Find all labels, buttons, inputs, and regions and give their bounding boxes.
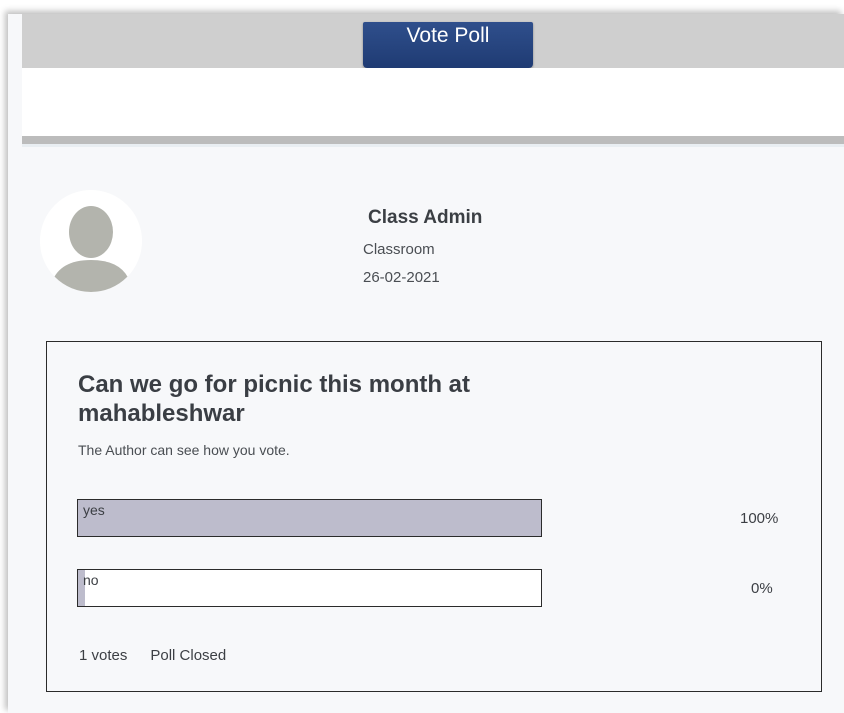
header-band: [22, 68, 844, 136]
poll-option-label: no: [83, 572, 99, 588]
vote-poll-button[interactable]: Vote Poll: [363, 22, 533, 68]
top-bar: Vote Poll: [22, 14, 844, 68]
author-group: Classroom: [363, 241, 435, 258]
poll-option-percent: 0%: [751, 580, 773, 597]
poll-question: Can we go for picnic this month at mahab…: [78, 371, 471, 427]
poll-footer: 1 votes Poll Closed: [79, 647, 226, 664]
poll-option-label: yes: [83, 502, 105, 518]
poll-option-percent: 100%: [740, 510, 779, 527]
poll-option-no[interactable]: no: [77, 569, 542, 607]
post-date: 26-02-2021: [363, 269, 440, 286]
divider-strip: [22, 136, 844, 144]
poll-option-yes[interactable]: yes: [77, 499, 542, 537]
default-user-avatar-icon: [40, 190, 142, 292]
poll-visibility-note: The Author can see how you vote.: [78, 442, 290, 458]
vote-count: 1 votes: [79, 647, 128, 664]
poll-option-yes-fill: [78, 500, 541, 536]
author-name[interactable]: Class Admin: [368, 207, 482, 229]
poll-status: Poll Closed: [150, 647, 227, 664]
